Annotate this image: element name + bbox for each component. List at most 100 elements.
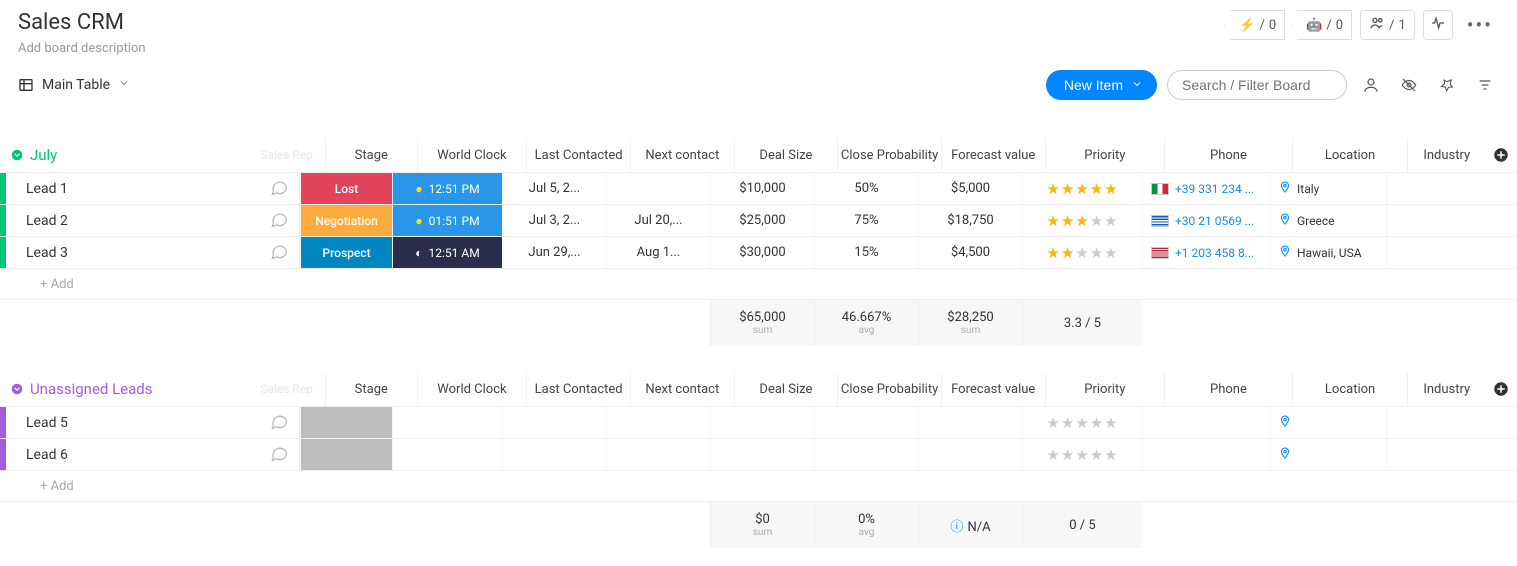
pin-icon[interactable] bbox=[1433, 71, 1461, 99]
sales-rep-column-ghost[interactable]: Sales Rep bbox=[260, 148, 325, 162]
column-header[interactable]: Close Probability bbox=[837, 372, 941, 406]
priority-cell[interactable]: ★★★★★ bbox=[1022, 173, 1142, 204]
last-contacted-cell[interactable]: Jul 3, 2... bbox=[502, 205, 606, 236]
collapse-toggle[interactable] bbox=[8, 146, 26, 164]
add-item-row[interactable]: + Add bbox=[0, 268, 1517, 300]
column-header[interactable]: Last Contacted bbox=[526, 138, 630, 172]
more-menu-button[interactable]: ••• bbox=[1461, 13, 1499, 37]
industry-cell[interactable] bbox=[1386, 237, 1464, 268]
chat-icon[interactable] bbox=[269, 411, 289, 435]
column-header[interactable]: World Clock bbox=[417, 372, 527, 406]
last-contacted-cell[interactable]: Jun 29,... bbox=[502, 237, 606, 268]
clock-cell[interactable]: ◐12:51 AM bbox=[392, 237, 502, 268]
main-table-view-tab[interactable]: Main Table bbox=[18, 77, 130, 93]
column-header[interactable]: Priority bbox=[1045, 372, 1165, 406]
column-header[interactable]: Location bbox=[1292, 138, 1408, 172]
board-title[interactable]: Sales CRM bbox=[18, 10, 1224, 35]
deal-size-cell[interactable]: $30,000 bbox=[710, 237, 814, 268]
chat-icon[interactable] bbox=[269, 241, 289, 265]
industry-cell[interactable] bbox=[1386, 173, 1464, 204]
item-name-cell[interactable]: Lead 2 bbox=[6, 205, 300, 236]
phone-cell[interactable]: +30 21 0569 ... bbox=[1142, 205, 1270, 236]
person-filter-icon[interactable] bbox=[1357, 71, 1385, 99]
column-header[interactable]: Next contact bbox=[630, 372, 734, 406]
location-cell[interactable] bbox=[1270, 439, 1386, 470]
column-header[interactable]: Deal Size bbox=[734, 372, 838, 406]
priority-stars[interactable]: ★★★★★ bbox=[1046, 212, 1118, 230]
deal-size-cell[interactable] bbox=[710, 439, 814, 470]
chat-icon[interactable] bbox=[269, 177, 289, 201]
item-name-cell[interactable]: Lead 6 bbox=[6, 439, 300, 470]
close-prob-cell[interactable]: 15% bbox=[814, 237, 918, 268]
add-item-row[interactable]: + Add bbox=[0, 470, 1517, 502]
close-prob-cell[interactable] bbox=[814, 439, 918, 470]
priority-cell[interactable]: ★★★★★ bbox=[1022, 407, 1142, 438]
phone-cell[interactable] bbox=[1142, 407, 1270, 438]
column-header[interactable]: Phone bbox=[1164, 138, 1292, 172]
group-title[interactable]: Unassigned Leads bbox=[30, 380, 153, 398]
column-header[interactable]: Last Contacted bbox=[526, 372, 630, 406]
next-contact-cell[interactable]: Aug 1... bbox=[606, 237, 710, 268]
phone-cell[interactable] bbox=[1142, 439, 1270, 470]
stage-cell[interactable]: Prospect bbox=[300, 237, 392, 268]
phone-cell[interactable]: +1 203 458 8... bbox=[1142, 237, 1270, 268]
priority-stars[interactable]: ★★★★★ bbox=[1046, 414, 1118, 432]
next-contact-cell[interactable]: Jul 20,... bbox=[606, 205, 710, 236]
column-header[interactable]: Deal Size bbox=[734, 138, 838, 172]
forecast-cell[interactable] bbox=[918, 407, 1022, 438]
new-item-button[interactable]: New Item bbox=[1046, 70, 1157, 100]
item-name-cell[interactable]: Lead 1 bbox=[6, 173, 300, 204]
forecast-cell[interactable]: $4,500 bbox=[918, 237, 1022, 268]
clock-cell[interactable]: ●01:51 PM bbox=[392, 205, 502, 236]
next-contact-cell[interactable] bbox=[606, 173, 710, 204]
forecast-cell[interactable] bbox=[918, 439, 1022, 470]
priority-cell[interactable]: ★★★★★ bbox=[1022, 439, 1142, 470]
last-contacted-cell[interactable]: Jul 5, 2... bbox=[502, 173, 606, 204]
industry-cell[interactable] bbox=[1386, 205, 1464, 236]
board-description[interactable]: Add board description bbox=[18, 41, 1224, 56]
column-header[interactable]: Stage bbox=[325, 372, 417, 406]
deal-size-cell[interactable] bbox=[710, 407, 814, 438]
industry-cell[interactable] bbox=[1386, 407, 1464, 438]
item-name-cell[interactable]: Lead 3 bbox=[6, 237, 300, 268]
column-header[interactable]: Next contact bbox=[630, 138, 734, 172]
add-column-button[interactable] bbox=[1485, 146, 1517, 164]
priority-stars[interactable]: ★★★★★ bbox=[1046, 180, 1118, 198]
search-input[interactable] bbox=[1167, 70, 1347, 100]
integration-badge-a[interactable]: ⚡/0 bbox=[1224, 10, 1285, 40]
location-cell[interactable] bbox=[1270, 407, 1386, 438]
column-header[interactable]: Stage bbox=[325, 138, 417, 172]
column-header[interactable]: Forecast value bbox=[941, 372, 1045, 406]
close-prob-cell[interactable] bbox=[814, 407, 918, 438]
stage-cell[interactable] bbox=[300, 439, 392, 470]
close-prob-cell[interactable]: 50% bbox=[814, 173, 918, 204]
industry-cell[interactable] bbox=[1386, 439, 1464, 470]
location-cell[interactable]: Greece bbox=[1270, 205, 1386, 236]
group-title[interactable]: July bbox=[30, 146, 57, 164]
column-header[interactable]: Industry bbox=[1407, 372, 1485, 406]
close-prob-cell[interactable]: 75% bbox=[814, 205, 918, 236]
phone-cell[interactable]: +39 331 234 ... bbox=[1142, 173, 1270, 204]
column-header[interactable]: Close Probability bbox=[837, 138, 941, 172]
sales-rep-column-ghost[interactable]: Sales Rep bbox=[260, 382, 325, 396]
chat-icon[interactable] bbox=[269, 209, 289, 233]
clock-cell[interactable] bbox=[392, 407, 502, 438]
location-cell[interactable]: Italy bbox=[1270, 173, 1386, 204]
add-column-button[interactable] bbox=[1485, 380, 1517, 398]
column-header[interactable]: World Clock bbox=[417, 138, 527, 172]
forecast-cell[interactable]: $5,000 bbox=[918, 173, 1022, 204]
forecast-cell[interactable]: $18,750 bbox=[918, 205, 1022, 236]
eye-off-icon[interactable] bbox=[1395, 71, 1423, 99]
last-contacted-cell[interactable] bbox=[502, 407, 606, 438]
clock-cell[interactable] bbox=[392, 439, 502, 470]
stage-cell[interactable]: Lost bbox=[300, 173, 392, 204]
item-name-cell[interactable]: Lead 5 bbox=[6, 407, 300, 438]
priority-stars[interactable]: ★★★★★ bbox=[1046, 244, 1118, 262]
priority-cell[interactable]: ★★★★★ bbox=[1022, 205, 1142, 236]
priority-cell[interactable]: ★★★★★ bbox=[1022, 237, 1142, 268]
next-contact-cell[interactable] bbox=[606, 439, 710, 470]
deal-size-cell[interactable]: $10,000 bbox=[710, 173, 814, 204]
filter-icon[interactable] bbox=[1471, 71, 1499, 99]
column-header[interactable]: Phone bbox=[1164, 372, 1292, 406]
location-cell[interactable]: Hawaii, USA bbox=[1270, 237, 1386, 268]
